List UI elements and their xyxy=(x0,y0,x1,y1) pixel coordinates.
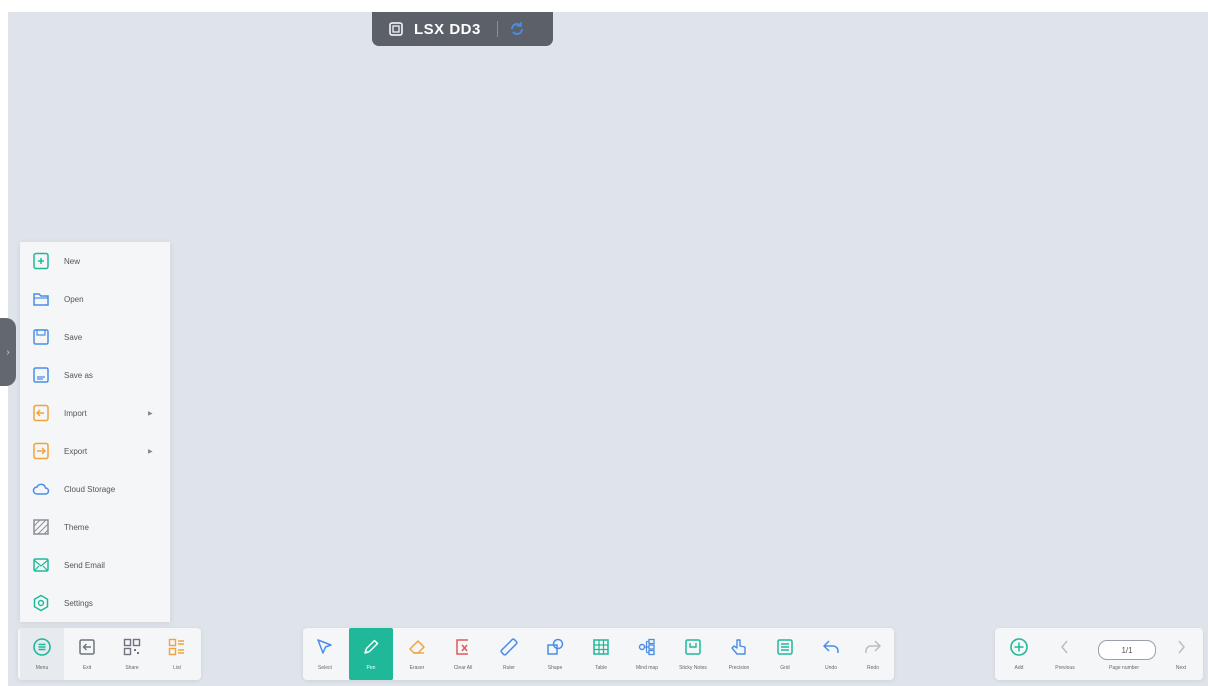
side-panel-toggle[interactable]: › xyxy=(0,318,16,386)
sync-icon[interactable] xyxy=(508,19,528,39)
precision-icon xyxy=(731,639,746,655)
tool-mind-map[interactable]: Mind map xyxy=(625,628,669,680)
menu-item-settings[interactable]: Settings xyxy=(20,586,170,620)
tool-grid[interactable]: Grid xyxy=(763,628,807,680)
tool-table[interactable]: Table xyxy=(579,628,623,680)
chevron-right-icon: › xyxy=(6,346,10,358)
list-icon xyxy=(168,638,184,656)
page-number-label: Page number xyxy=(1108,665,1140,671)
menu-item-cloud-storage[interactable]: Cloud Storage xyxy=(20,472,170,506)
mind-map-icon xyxy=(638,638,655,656)
folder-open-icon xyxy=(33,293,49,306)
divider xyxy=(496,21,498,37)
menu-item-save[interactable]: Save xyxy=(20,320,170,354)
drawing-toolbar: Select Pen Eraser Clear All Ruler Shape … xyxy=(303,628,894,680)
submenu-arrow-icon: ▶ xyxy=(148,448,153,455)
table-icon xyxy=(593,639,609,655)
file-menu-panel: New Open Save Save as Import ▶ Export ▶ … xyxy=(20,242,170,622)
menu-item-open[interactable]: Open xyxy=(20,282,170,316)
menu-item-new[interactable]: New xyxy=(20,244,170,278)
tool-eraser[interactable]: Eraser xyxy=(395,628,439,680)
left-toolbar: Menu Exit Share List xyxy=(18,628,201,680)
select-cursor-icon xyxy=(317,639,332,654)
theme-icon xyxy=(33,519,49,535)
menu-button[interactable]: Menu xyxy=(20,628,64,680)
tool-pen[interactable]: Pen xyxy=(349,628,393,680)
page-toolbar: Add Previous 1/1 Page number Next xyxy=(995,628,1203,680)
sticky-notes-icon xyxy=(685,639,701,655)
tool-undo[interactable]: Undo xyxy=(809,628,853,680)
menu-item-send-email[interactable]: Send Email xyxy=(20,548,170,582)
redo-icon xyxy=(865,640,881,653)
share-button[interactable]: Share xyxy=(110,628,154,680)
ruler-icon xyxy=(500,638,518,656)
chevron-right-icon xyxy=(1178,640,1185,654)
email-icon xyxy=(33,558,49,572)
cloud-icon xyxy=(32,483,50,495)
next-page-button[interactable]: Next xyxy=(1159,628,1203,680)
tool-ruler[interactable]: Ruler xyxy=(487,628,531,680)
tool-select[interactable]: Select xyxy=(303,628,347,680)
grid-icon xyxy=(777,639,793,655)
save-icon xyxy=(33,329,49,345)
eraser-icon xyxy=(409,640,425,654)
tool-redo[interactable]: Redo xyxy=(851,628,895,680)
tool-clear-all[interactable]: Clear All xyxy=(441,628,485,680)
chevron-left-icon xyxy=(1061,640,1068,654)
exit-icon xyxy=(79,639,95,655)
menu-icon xyxy=(33,638,51,656)
shape-icon xyxy=(547,638,564,655)
add-circle-icon xyxy=(1010,638,1028,656)
menu-item-save-as[interactable]: Save as xyxy=(20,358,170,392)
menu-item-export[interactable]: Export ▶ xyxy=(20,434,170,468)
import-icon xyxy=(33,404,49,422)
save-as-icon xyxy=(33,367,49,383)
tool-precision[interactable]: Precision xyxy=(717,628,761,680)
submenu-arrow-icon: ▶ xyxy=(148,410,153,417)
exit-button[interactable]: Exit xyxy=(65,628,109,680)
menu-item-import[interactable]: Import ▶ xyxy=(20,396,170,430)
export-icon xyxy=(33,442,49,460)
tool-shape[interactable]: Shape xyxy=(533,628,577,680)
undo-icon xyxy=(823,640,839,653)
pen-icon xyxy=(364,639,379,654)
previous-page-button[interactable]: Previous xyxy=(1043,628,1087,680)
clear-all-icon xyxy=(456,639,468,655)
settings-icon xyxy=(33,594,49,612)
page-number-input[interactable]: 1/1 xyxy=(1098,640,1156,660)
menu-item-theme[interactable]: Theme xyxy=(20,510,170,544)
title-bar: LSX DD3 xyxy=(372,12,553,46)
whiteboard-canvas[interactable] xyxy=(8,12,1208,686)
qr-code-icon xyxy=(123,638,141,656)
new-file-icon xyxy=(33,252,49,270)
document-icon xyxy=(388,20,406,38)
add-page-button[interactable]: Add xyxy=(997,628,1041,680)
tool-sticky-notes[interactable]: Sticky Notes xyxy=(671,628,715,680)
list-button[interactable]: List xyxy=(155,628,199,680)
file-title: LSX DD3 xyxy=(414,20,481,38)
